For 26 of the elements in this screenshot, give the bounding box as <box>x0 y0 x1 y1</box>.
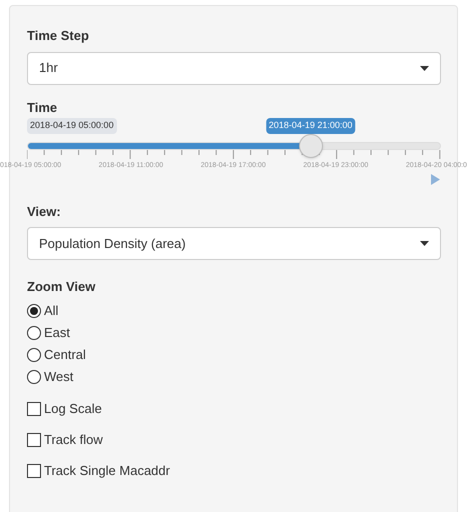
checkbox-label: Track Single Macaddr <box>44 462 170 480</box>
checkbox[interactable] <box>27 402 41 416</box>
view-select[interactable]: Population Density (area) <box>27 227 441 260</box>
time-step-select[interactable]: 1hr <box>27 52 441 84</box>
checkbox-label: Log Scale <box>44 400 102 418</box>
radio-label: East <box>44 324 70 342</box>
radio-label: All <box>44 302 58 320</box>
checkbox-label: Track flow <box>44 431 103 450</box>
caret-icon <box>420 241 429 246</box>
radio-label: Central <box>44 346 86 364</box>
caret-icon <box>420 66 429 70</box>
radio-button[interactable] <box>27 370 41 384</box>
field-label: Zoom View <box>27 278 96 296</box>
value-label: 2018-04-19 21:00:00 <box>266 118 356 134</box>
field-label: View: <box>27 202 62 220</box>
slider-track[interactable] <box>27 142 441 150</box>
checkbox[interactable] <box>27 433 41 447</box>
min-label: 2018-04-19 05:00:00 <box>27 118 117 134</box>
checkbox[interactable] <box>27 464 41 478</box>
radio-label: West <box>44 368 74 386</box>
radio-button[interactable] <box>27 348 41 362</box>
radio-button[interactable] <box>27 326 41 340</box>
field-label: Time Step <box>27 27 90 45</box>
radio-button[interactable] <box>27 304 41 318</box>
field-label: Time <box>27 98 58 116</box>
slider-thumb[interactable] <box>298 134 323 158</box>
